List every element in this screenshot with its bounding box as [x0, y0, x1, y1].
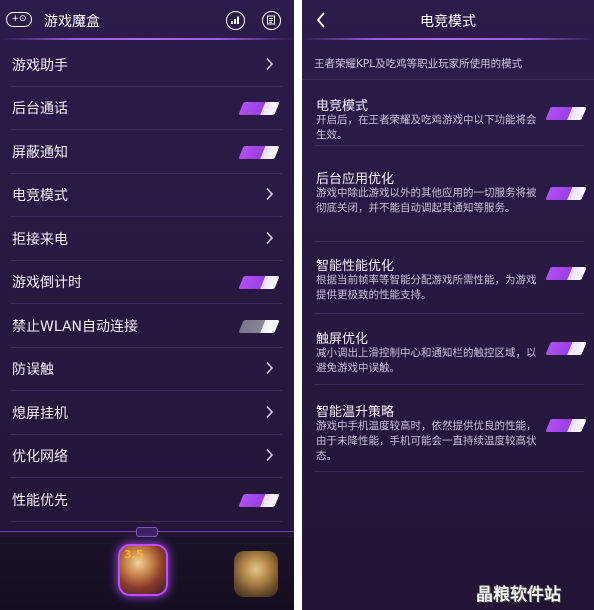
settings-row-label: 游戏倒计时	[12, 275, 82, 291]
mode-description: 王者荣耀KPL及吃鸡等职业玩家所使用的模式	[314, 58, 523, 70]
toggle-switch[interactable]	[238, 276, 280, 289]
chevron-right-icon	[266, 231, 274, 245]
toggle-switch[interactable]	[238, 320, 280, 333]
dock-handle[interactable]	[136, 527, 158, 537]
settings-row[interactable]: 优化网络	[0, 435, 294, 478]
settings-row-label: 拒接来电	[12, 232, 68, 248]
divider	[314, 241, 584, 242]
chevron-right-icon	[266, 187, 274, 201]
divider	[302, 79, 594, 80]
toggle-switch[interactable]	[545, 342, 587, 355]
game-icon-honor-of-kings[interactable]: 3.5	[118, 544, 168, 596]
esports-mode-panel: 电竞模式 王者荣耀KPL及吃鸡等职业玩家所使用的模式 电竞模式 开启后，在王者荣耀…	[302, 0, 594, 610]
gamepad-icon[interactable]: +⊙	[6, 12, 32, 27]
option-title: 触屏优化	[316, 332, 369, 347]
chevron-right-icon	[266, 57, 274, 71]
settings-row-label: 后台通话	[12, 101, 68, 117]
game-badge: 3.5	[124, 548, 144, 561]
settings-row[interactable]: 拒接来电	[0, 218, 294, 261]
settings-row-label: 禁止WLAN自动连接	[12, 319, 139, 335]
game-box-header: +⊙ 游戏魔盒	[0, 0, 294, 40]
settings-row-label: 防误触	[12, 362, 54, 378]
game-icon-pubg[interactable]	[234, 551, 278, 597]
settings-row[interactable]: 后台通话	[0, 87, 294, 130]
settings-row[interactable]: 游戏倒计时	[0, 261, 294, 304]
settings-row[interactable]: 禁止WLAN自动连接	[0, 305, 294, 348]
settings-row-label: 性能优先	[12, 493, 68, 509]
toggle-switch[interactable]	[238, 494, 280, 507]
settings-row-label: 优化网络	[12, 449, 68, 465]
game-box-panel: +⊙ 游戏魔盒 游戏助手后台通话屏蔽通知电竞模式拒接来电游戏倒计时禁止WLAN自…	[0, 0, 294, 610]
option-description: 游戏中除此游戏以外的其他应用的一切服务将被彻底关闭，并不能自动调起其通知等服务。	[316, 187, 537, 214]
divider	[314, 145, 584, 146]
chevron-right-icon	[266, 361, 274, 375]
option-description: 减小调出上滑控制中心和通知栏的触控区域，以避免游戏中误触。	[316, 347, 537, 374]
divider	[314, 384, 584, 385]
watermark: 晶粮软件站	[476, 585, 561, 605]
notes-icon[interactable]	[262, 11, 281, 30]
option-title: 智能温升策略	[316, 405, 395, 420]
settings-row-label: 熄屏挂机	[12, 406, 68, 422]
stats-icon[interactable]	[226, 11, 245, 30]
settings-row[interactable]: 屏蔽通知	[0, 131, 294, 174]
dock-divider	[0, 527, 294, 537]
option-description: 根据当前帧率等智能分配游戏所需性能，为游戏提供更极致的性能支持。	[316, 274, 537, 301]
option-title: 后台应用优化	[316, 172, 395, 187]
toggle-switch[interactable]	[545, 107, 587, 120]
toggle-switch[interactable]	[545, 187, 587, 200]
settings-row[interactable]: 性能优先	[0, 479, 294, 522]
settings-row-label: 游戏助手	[12, 58, 68, 74]
settings-row-label: 屏蔽通知	[12, 145, 68, 161]
chevron-right-icon	[266, 405, 274, 419]
settings-row[interactable]: 熄屏挂机	[0, 392, 294, 435]
option-title: 电竞模式	[316, 99, 369, 114]
page-title: 电竞模式	[420, 14, 476, 30]
settings-row[interactable]: 电竞模式	[0, 174, 294, 217]
option-title: 智能性能优化	[316, 259, 395, 274]
toggle-switch[interactable]	[545, 267, 587, 280]
esports-header: 电竞模式	[302, 0, 594, 40]
toggle-switch[interactable]	[238, 146, 280, 159]
settings-row-label: 电竞模式	[12, 188, 68, 204]
chevron-right-icon	[266, 448, 274, 462]
page-title: 游戏魔盒	[44, 14, 100, 30]
settings-row[interactable]: 游戏助手	[0, 44, 294, 87]
option-description: 游戏中手机温度较高时，依然提供优良的性能，由于未降性能，手机可能会一直持续温度较…	[316, 420, 537, 462]
toggle-switch[interactable]	[238, 102, 280, 115]
game-dock: 3.5	[0, 537, 294, 610]
settings-row[interactable]: 防误触	[0, 348, 294, 391]
divider	[314, 313, 584, 314]
option-description: 开启后，在王者荣耀及吃鸡游戏中以下功能将会生效。	[316, 114, 537, 141]
divider	[314, 471, 584, 472]
toggle-switch[interactable]	[545, 419, 587, 432]
